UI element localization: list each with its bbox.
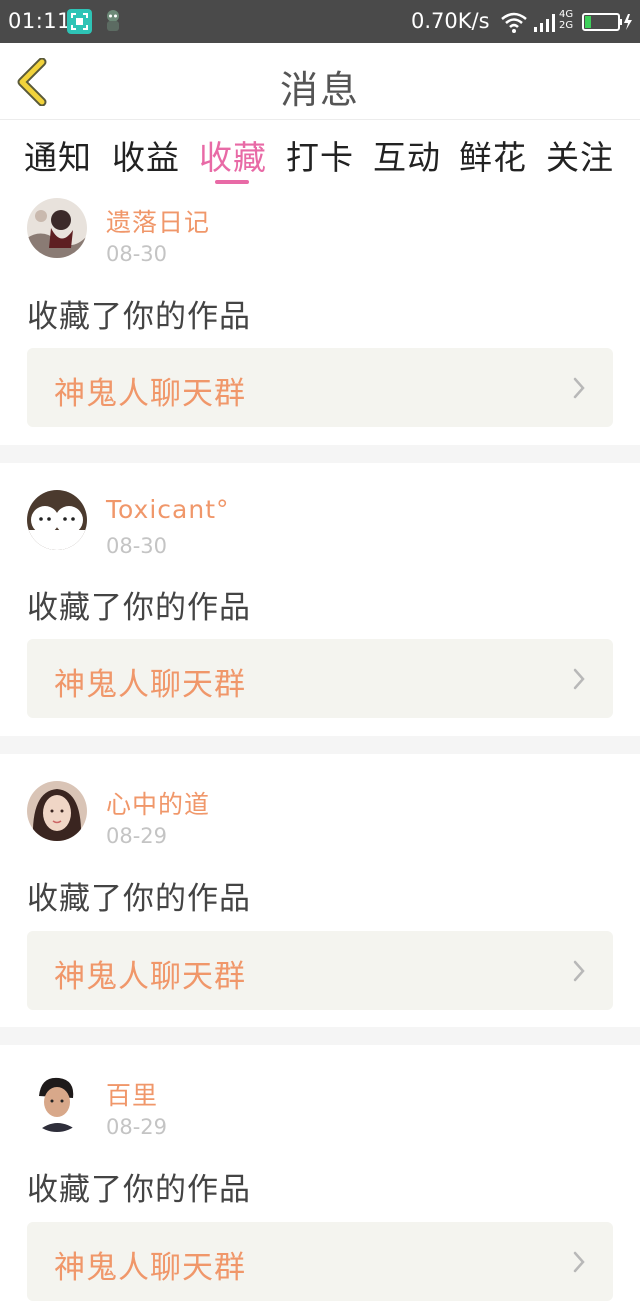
wifi-icon <box>500 10 528 34</box>
chevron-right-icon <box>573 960 585 982</box>
message-action: 收藏了你的作品 <box>27 881 251 917</box>
tab-following[interactable]: 关注 <box>540 131 620 179</box>
message-action: 收藏了你的作品 <box>27 1172 251 1208</box>
app-robot-icon <box>100 8 126 34</box>
status-time: 01:11 <box>8 9 72 33</box>
message-card: 心中的道 08-29 收藏了你的作品 神鬼人聊天群 <box>0 754 640 1027</box>
tab-bar: 通知 收益 收藏 打卡 互动 鲜花 关注 <box>0 121 640 187</box>
message-date: 08-30 <box>106 534 168 558</box>
tab-checkin[interactable]: 打卡 <box>280 131 360 179</box>
chevron-right-icon <box>573 377 585 399</box>
message-date: 08-29 <box>106 824 168 848</box>
network-type-bottom: 2G <box>559 20 574 31</box>
avatar[interactable] <box>27 1072 87 1132</box>
tab-favorites[interactable]: 收藏 <box>193 131 273 179</box>
message-action: 收藏了你的作品 <box>27 299 251 335</box>
username[interactable]: 百里 <box>106 1076 158 1112</box>
message-date: 08-30 <box>106 242 168 266</box>
network-type-top: 4G <box>559 9 574 20</box>
message-card: Toxicant° 08-30 收藏了你的作品 神鬼人聊天群 <box>0 463 640 736</box>
battery-icon <box>582 12 634 32</box>
work-title: 神鬼人聊天群 <box>54 959 246 995</box>
active-tab-indicator <box>215 180 249 184</box>
username[interactable]: 心中的道 <box>106 785 210 821</box>
message-action: 收藏了你的作品 <box>27 590 251 626</box>
work-link[interactable]: 神鬼人聊天群 <box>27 1222 613 1301</box>
work-title: 神鬼人聊天群 <box>54 376 246 412</box>
work-link[interactable]: 神鬼人聊天群 <box>27 639 613 718</box>
username[interactable]: 遗落日记 <box>106 203 210 239</box>
nav-bar: 消息 <box>0 43 640 120</box>
divider <box>0 445 640 463</box>
chevron-right-icon <box>573 668 585 690</box>
work-link[interactable]: 神鬼人聊天群 <box>27 348 613 427</box>
avatar[interactable] <box>27 198 87 258</box>
tab-notifications[interactable]: 通知 <box>18 131 98 179</box>
message-date: 08-29 <box>106 1115 168 1139</box>
tab-flowers[interactable]: 鲜花 <box>453 131 533 179</box>
username[interactable]: Toxicant° <box>106 495 230 524</box>
network-speed: 0.70K/s <box>411 9 490 33</box>
tab-interactions[interactable]: 互动 <box>367 131 447 179</box>
screenshot-scan-icon <box>67 9 92 34</box>
work-title: 神鬼人聊天群 <box>54 1250 246 1286</box>
status-bar: 01:11 0.70K/s 4G 2G <box>0 0 640 43</box>
tab-earnings[interactable]: 收益 <box>106 131 186 179</box>
work-link[interactable]: 神鬼人聊天群 <box>27 931 613 1010</box>
message-card: 百里 08-29 收藏了你的作品 神鬼人聊天群 <box>0 1045 640 1301</box>
message-card: 遗落日记 08-30 收藏了你的作品 神鬼人聊天群 <box>0 187 640 445</box>
cell-signal-icon <box>533 10 559 34</box>
chevron-right-icon <box>573 1251 585 1273</box>
network-type: 4G 2G <box>559 9 573 31</box>
work-title: 神鬼人聊天群 <box>54 667 246 703</box>
avatar[interactable] <box>27 781 87 841</box>
avatar[interactable] <box>27 490 87 550</box>
divider <box>0 1027 640 1045</box>
divider <box>0 736 640 754</box>
page-title: 消息 <box>279 68 360 112</box>
